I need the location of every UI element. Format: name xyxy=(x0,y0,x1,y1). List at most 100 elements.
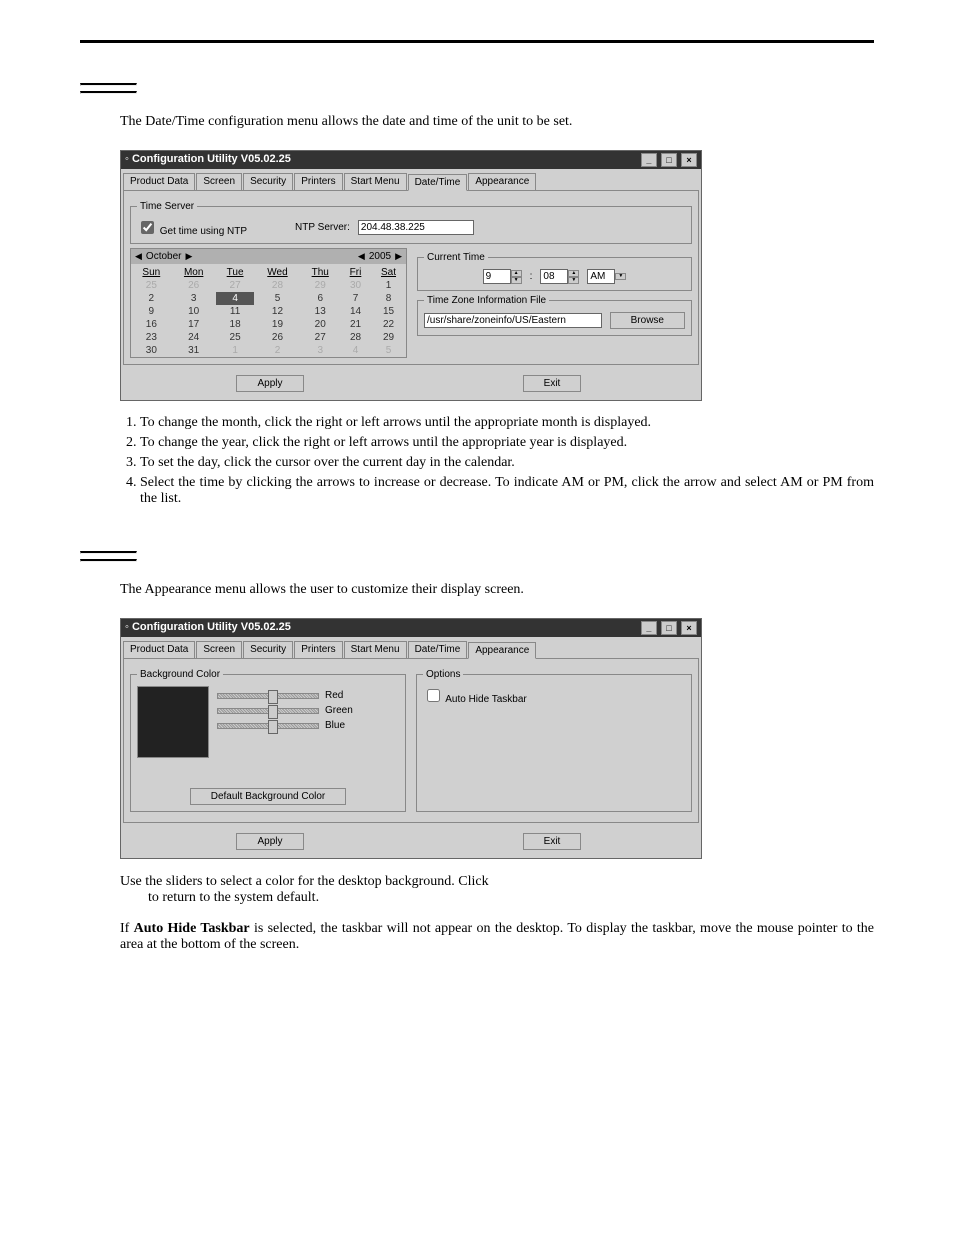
datetime-steps: To change the month, click the right or … xyxy=(120,415,874,507)
calendar-day[interactable]: 18 xyxy=(216,318,255,331)
calendar-day[interactable]: 8 xyxy=(371,292,406,305)
year-prev-icon[interactable]: ◀ xyxy=(358,251,365,262)
red-label: Red xyxy=(325,690,343,701)
minimize-icon[interactable]: _ xyxy=(641,153,657,167)
calendar-day[interactable]: 1 xyxy=(216,344,255,357)
calendar-day[interactable]: 28 xyxy=(340,331,371,344)
calendar-day[interactable]: 27 xyxy=(300,331,340,344)
calendar-day[interactable]: 31 xyxy=(172,344,216,357)
tab-screen[interactable]: Screen xyxy=(196,641,242,658)
calendar-day[interactable]: 7 xyxy=(340,292,371,305)
minute-up-icon[interactable]: ▲ xyxy=(568,270,579,277)
exit-button[interactable]: Exit xyxy=(523,375,582,392)
month-prev-icon[interactable]: ◀ xyxy=(135,251,142,262)
calendar-day[interactable]: 14 xyxy=(340,305,371,318)
tab-security[interactable]: Security xyxy=(243,173,293,190)
apply-button[interactable]: Apply xyxy=(236,833,303,850)
ampm-down-icon[interactable]: ▼ xyxy=(615,273,626,280)
tab-datetime[interactable]: Date/Time xyxy=(408,174,468,191)
calendar-day[interactable]: 25 xyxy=(216,331,255,344)
tab-printers[interactable]: Printers xyxy=(294,641,342,658)
calendar-day[interactable]: 29 xyxy=(371,331,406,344)
tab-startmenu[interactable]: Start Menu xyxy=(344,641,407,658)
calendar-day[interactable]: 30 xyxy=(340,279,371,292)
calendar-day[interactable]: 4 xyxy=(340,344,371,357)
calendar-day[interactable]: 16 xyxy=(131,318,172,331)
timezone-input[interactable] xyxy=(424,313,602,328)
tab-startmenu[interactable]: Start Menu xyxy=(344,173,407,190)
tab-security[interactable]: Security xyxy=(243,641,293,658)
calendar-day[interactable]: 23 xyxy=(131,331,172,344)
calendar-day[interactable]: 17 xyxy=(172,318,216,331)
calendar-day[interactable]: 21 xyxy=(340,318,371,331)
calendar-day[interactable]: 3 xyxy=(300,344,340,357)
ntp-checkbox[interactable] xyxy=(141,221,154,234)
calendar-day[interactable]: 22 xyxy=(371,318,406,331)
tab-productdata[interactable]: Product Data xyxy=(123,173,195,190)
calendar-day[interactable]: 2 xyxy=(131,292,172,305)
tab-appearance[interactable]: Appearance xyxy=(468,173,536,190)
calendar-day[interactable]: 25 xyxy=(131,279,172,292)
calendar-day[interactable]: 10 xyxy=(172,305,216,318)
close-icon[interactable]: × xyxy=(681,153,697,167)
tab-datetime[interactable]: Date/Time xyxy=(408,641,468,658)
calendar-day[interactable]: 24 xyxy=(172,331,216,344)
calendar-day[interactable]: 9 xyxy=(131,305,172,318)
calendar-day[interactable]: 3 xyxy=(172,292,216,305)
minute-input[interactable] xyxy=(540,269,568,284)
calendar-day[interactable]: 2 xyxy=(254,344,300,357)
apply-button[interactable]: Apply xyxy=(236,375,303,392)
ampm-input[interactable] xyxy=(587,269,615,284)
calendar-day[interactable]: 12 xyxy=(254,305,300,318)
minimize-icon[interactable]: _ xyxy=(641,621,657,635)
calendar-day[interactable]: 28 xyxy=(254,279,300,292)
blue-slider[interactable] xyxy=(217,723,319,729)
calendar-day[interactable]: 26 xyxy=(172,279,216,292)
calendar-day[interactable]: 5 xyxy=(371,344,406,357)
minute-spinner[interactable]: ▲▼ xyxy=(540,269,579,284)
green-slider[interactable] xyxy=(217,708,319,714)
maximize-icon[interactable]: □ xyxy=(661,153,677,167)
calendar-day[interactable]: 13 xyxy=(300,305,340,318)
red-slider[interactable] xyxy=(217,693,319,699)
calendar-day[interactable]: 15 xyxy=(371,305,406,318)
calendar-day[interactable]: 1 xyxy=(371,279,406,292)
green-label: Green xyxy=(325,705,353,716)
calendar-day[interactable]: 26 xyxy=(254,331,300,344)
ntp-server-input[interactable] xyxy=(358,220,474,235)
default-color-button[interactable]: Default Background Color xyxy=(190,788,347,805)
bgcolor-group: Background Color Red Green xyxy=(130,669,406,812)
calendar-day[interactable]: 27 xyxy=(216,279,255,292)
autohide-checkbox-label[interactable]: Auto Hide Taskbar xyxy=(423,694,527,705)
exit-button[interactable]: Exit xyxy=(523,833,582,850)
tab-screen[interactable]: Screen xyxy=(196,173,242,190)
browse-button[interactable]: Browse xyxy=(610,312,685,329)
datetime-screenshot: ◦ Configuration Utility V05.02.25 _ □ × … xyxy=(120,150,702,401)
close-icon[interactable]: × xyxy=(681,621,697,635)
ntp-checkbox-label[interactable]: Get time using NTP xyxy=(137,218,247,237)
ampm-selector[interactable]: ▼ xyxy=(587,269,626,284)
hour-input[interactable] xyxy=(483,269,511,284)
calendar-table[interactable]: SunMonTueWedThuFriSat 252627282930123456… xyxy=(131,266,406,357)
hour-down-icon[interactable]: ▼ xyxy=(511,277,522,284)
calendar-day[interactable]: 11 xyxy=(216,305,255,318)
hour-up-icon[interactable]: ▲ xyxy=(511,270,522,277)
tab-productdata[interactable]: Product Data xyxy=(123,641,195,658)
calendar-day[interactable]: 5 xyxy=(254,292,300,305)
maximize-icon[interactable]: □ xyxy=(661,621,677,635)
calendar-day[interactable]: 19 xyxy=(254,318,300,331)
month-next-icon[interactable]: ▶ xyxy=(186,251,193,262)
year-next-icon[interactable]: ▶ xyxy=(395,251,402,262)
calendar-day[interactable]: 4 xyxy=(216,292,255,305)
calendar-day[interactable]: 30 xyxy=(131,344,172,357)
calendar-day[interactable]: 20 xyxy=(300,318,340,331)
hour-spinner[interactable]: ▲▼ xyxy=(483,269,522,284)
tab-printers[interactable]: Printers xyxy=(294,173,342,190)
section-divider xyxy=(80,91,137,94)
calendar-day[interactable]: 6 xyxy=(300,292,340,305)
time-server-legend: Time Server xyxy=(137,201,197,212)
tab-appearance[interactable]: Appearance xyxy=(468,642,536,659)
calendar-day[interactable]: 29 xyxy=(300,279,340,292)
minute-down-icon[interactable]: ▼ xyxy=(568,277,579,284)
autohide-checkbox[interactable] xyxy=(427,689,440,702)
